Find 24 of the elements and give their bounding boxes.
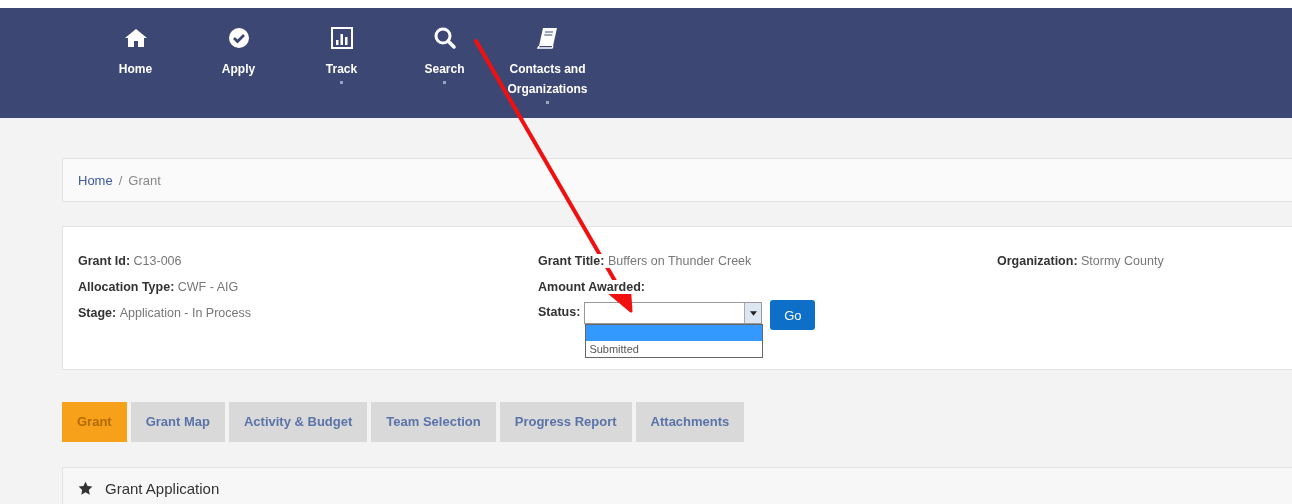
breadcrumb-current: Grant: [128, 172, 161, 188]
detail-field: Amount Awarded:: [538, 280, 645, 294]
go-button[interactable]: Go: [770, 300, 816, 330]
nav-item[interactable]: Contacts and Organizations: [496, 8, 599, 118]
nav-item[interactable]: Apply: [187, 8, 290, 118]
detail-field: Stage: Application - In Process: [78, 306, 251, 320]
nav-item[interactable]: Home: [84, 8, 187, 118]
nav-label: Home: [118, 61, 153, 78]
tab[interactable]: Team Selection: [371, 402, 496, 442]
dropdown-option[interactable]: Submitted: [586, 341, 763, 357]
nav-label: Search: [424, 61, 465, 78]
breadcrumb-separator: /: [118, 172, 123, 188]
detail-field: Organization: Stormy County: [997, 254, 1164, 268]
detail-field: Grant Id: C13-006: [78, 254, 182, 268]
detail-field: Allocation Type: CWF - AIG: [78, 280, 239, 294]
panel-title: Grant Application: [105, 479, 220, 497]
nav-label: Contacts and Organizations: [506, 61, 589, 98]
nav-label: Track: [325, 61, 358, 78]
detail-field: Grant Title: Buffers on Thunder Creek: [538, 254, 752, 268]
breadcrumb-link[interactable]: Home: [78, 172, 113, 188]
tab[interactable]: Progress Report: [499, 402, 632, 442]
nav-item[interactable]: Search: [393, 8, 496, 118]
nav-label: Apply: [221, 61, 256, 78]
nav-item[interactable]: Track: [290, 8, 393, 118]
